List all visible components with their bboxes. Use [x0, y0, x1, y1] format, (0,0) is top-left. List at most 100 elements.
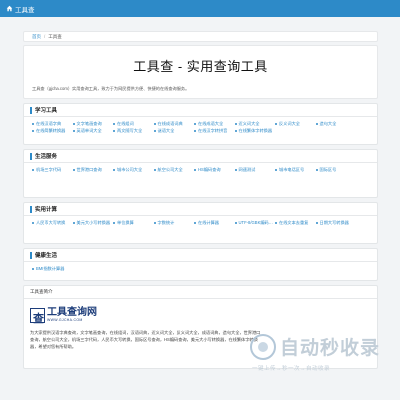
logo-name: 工具查询网 — [47, 307, 97, 318]
logo-text: 工具查询网 WWW.GJCHA.COM — [47, 307, 97, 323]
tool-link-label: 在线简繁转换器 — [36, 128, 66, 134]
tool-link[interactable]: 国际区号 — [315, 166, 357, 174]
tool-link[interactable]: 近义词大全 — [234, 120, 276, 128]
tool-link[interactable]: 文字笔画查询 — [72, 120, 114, 128]
tool-link-label: HS编码查询 — [198, 166, 221, 172]
bullet-icon — [32, 221, 34, 224]
bullet-icon — [32, 130, 34, 133]
tool-link[interactable]: 英语单词大全 — [72, 128, 114, 136]
tool-link-label: 美元大小写转换器 — [76, 219, 111, 225]
hero-panel: 工具查 - 实用查询工具 工具查（gjcha.com）实用查询工具，致力于为网民… — [23, 45, 378, 99]
tool-link[interactable]: 谜语大全 — [153, 128, 195, 136]
navbar-brand-link[interactable]: 工具查 — [15, 4, 35, 14]
tool-link[interactable]: 在线简繁转换器 — [32, 128, 73, 136]
watermark-subtitle: 一键上传→秒一次→自动收录 — [252, 366, 331, 372]
tool-link[interactable]: 航空公司大全 — [153, 166, 195, 174]
section-header: 学习工具 — [24, 104, 377, 117]
breadcrumb-home-link[interactable]: 首页 — [32, 34, 41, 40]
section-title: 学习工具 — [35, 108, 58, 114]
bullet-icon — [32, 267, 34, 270]
bullet-icon — [234, 122, 237, 125]
tool-link[interactable]: 网速测试 — [234, 166, 276, 174]
tool-link-label: 在线计算器 — [198, 219, 219, 225]
section-header: 生活服务 — [24, 150, 377, 163]
section-marker — [30, 152, 32, 160]
tool-link-label: 机场三字代码 — [36, 166, 62, 172]
breadcrumb: 首页 / 工具查 — [23, 31, 378, 42]
tool-link-label: 谜语大全 — [157, 128, 175, 134]
bullet-icon — [72, 130, 75, 133]
section-links: 在线汉语字典 文字笔画查询 在线组词 在线成语词典 在线成语大全 近义词大全 反义词大全 造句… — [24, 117, 377, 138]
section-links: BMI指数计算器 — [24, 262, 377, 276]
bullet-icon — [275, 122, 277, 125]
bullet-icon — [194, 221, 196, 224]
tool-link[interactable]: 在线文本去重复 — [275, 219, 316, 227]
tool-link-label: 网速测试 — [238, 166, 256, 172]
tool-link[interactable]: 在线成语大全 — [194, 120, 235, 128]
intro-text: 为大家提供汉语字典查询，文字笔画查询，在线组词，汉语词典，近义词大全，反义词大全… — [30, 330, 261, 349]
bullet-icon — [72, 168, 75, 171]
watermark: 自动秒收录 一键上传→秒一次→自动收录 — [250, 332, 390, 376]
bullet-icon — [234, 130, 237, 133]
bullet-icon — [153, 168, 156, 171]
bullet-icon — [153, 122, 156, 125]
bullet-icon — [32, 168, 34, 171]
section-header: 健康生活 — [24, 249, 377, 262]
tool-link[interactable]: 机场三字代码 — [32, 166, 73, 174]
section-title: 健康生活 — [35, 253, 58, 259]
section-marker — [30, 205, 32, 213]
tool-link[interactable]: 在线计算器 — [194, 219, 235, 227]
tool-link-label: 单位换算 — [117, 219, 134, 225]
tool-link[interactable]: 字数统计 — [153, 219, 195, 227]
tool-link-label: 在线繁体字转换器 — [238, 128, 273, 134]
bullet-icon — [194, 130, 196, 133]
logo-mark-icon: 查 — [30, 307, 45, 325]
tool-link-label: 反义词大全 — [279, 120, 300, 126]
tool-link[interactable]: 日期大写转换器 — [315, 219, 357, 227]
tool-link[interactable]: 人民币大写转换 — [32, 219, 73, 227]
bullet-icon — [275, 168, 277, 171]
tool-link[interactable]: 单位换算 — [113, 219, 154, 227]
tool-link-label: 城市公司大全 — [117, 166, 143, 172]
tool-link-label: 人民币大写转换 — [36, 219, 66, 225]
bullet-icon — [113, 168, 115, 171]
tool-link[interactable]: 在线成语词典 — [153, 120, 195, 128]
tool-link-label: 造句大全 — [319, 120, 337, 126]
tool-link[interactable]: 两文随写大全 — [113, 128, 154, 136]
tool-link[interactable]: HS编码查询 — [194, 166, 235, 174]
tool-link-label: 航空公司大全 — [157, 166, 183, 172]
section-links: 机场三字代码 世界港口查询 城市公司大全 航空公司大全 HS编码查询 网速测试 城市电话区号… — [24, 163, 377, 177]
page-title: 工具查 - 实用查询工具 — [133, 59, 268, 74]
tool-link[interactable]: 反义词大全 — [275, 120, 316, 128]
tool-link-label: 城市电话区号 — [279, 166, 305, 172]
section-calculation: 实用计算 人民币大写转换 美元大小写转换器 单位换算 字数统计 在线计算器 UTF-8/G… — [23, 202, 378, 244]
section-title: 实用计算 — [35, 207, 58, 213]
tool-link[interactable]: 造句大全 — [315, 120, 357, 128]
section-health: 健康生活 BMI指数计算器 — [23, 248, 378, 281]
section-life-services: 生活服务 机场三字代码 世界港口查询 城市公司大全 航空公司大全 HS编码查询 网速测试 城… — [23, 149, 378, 198]
tool-link[interactable]: 在线组词 — [113, 120, 154, 128]
tool-link[interactable]: BMI指数计算器 — [32, 265, 73, 273]
tool-link[interactable]: 城市电话区号 — [275, 166, 316, 174]
site-logo: 查 工具查询网 WWW.GJCHA.COM — [30, 307, 371, 325]
bullet-icon — [113, 130, 115, 133]
bullet-icon — [315, 122, 318, 125]
tool-link-label: 两文随写大全 — [117, 128, 143, 134]
tool-link[interactable]: 美元大小写转换器 — [72, 219, 114, 227]
tool-link[interactable]: 城市公司大全 — [113, 166, 154, 174]
tool-link-label: 在线成语大全 — [198, 120, 224, 126]
tool-link[interactable]: 世界港口查询 — [72, 166, 114, 174]
tool-link[interactable]: UTF-8/GBK编码… — [234, 219, 276, 227]
tool-link[interactable]: 在线汉语字典 — [32, 120, 73, 128]
tool-link-label: 国际区号 — [319, 166, 337, 172]
bullet-icon — [113, 221, 115, 224]
bullet-icon — [315, 168, 318, 171]
tool-link-label: UTF-8/GBK编码… — [238, 219, 273, 225]
tool-link[interactable]: 在线汉字转拼音 — [194, 128, 235, 136]
bullet-icon — [72, 122, 75, 125]
bullet-icon — [234, 221, 237, 224]
breadcrumb-current: 工具查 — [48, 33, 62, 39]
tool-link-label: BMI指数计算器 — [36, 265, 65, 271]
tool-link[interactable]: 在线繁体字转换器 — [234, 128, 276, 136]
home-icon — [6, 5, 13, 12]
